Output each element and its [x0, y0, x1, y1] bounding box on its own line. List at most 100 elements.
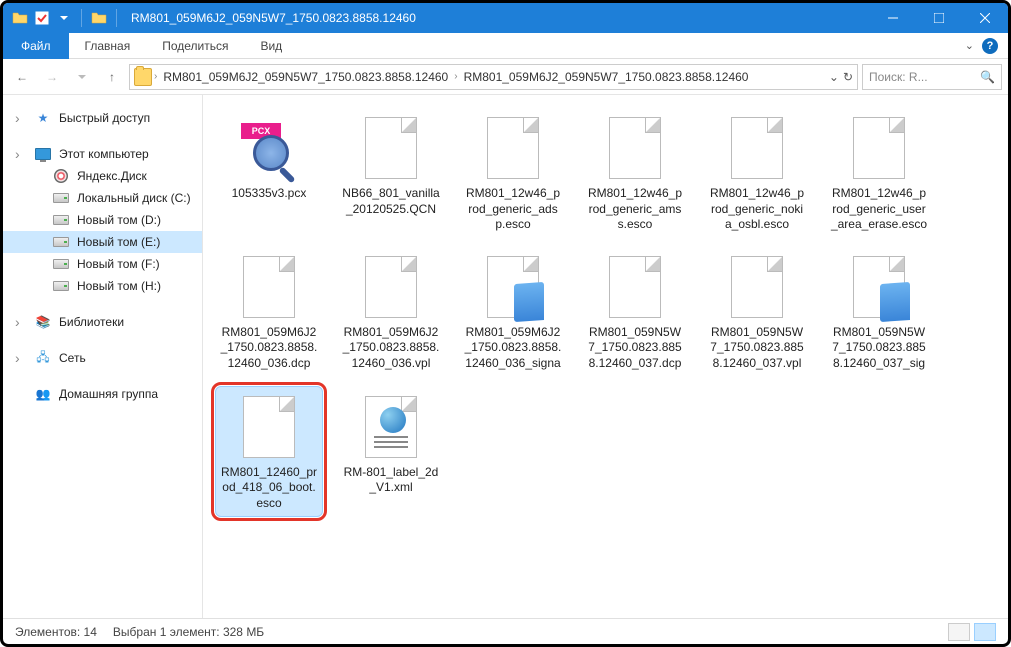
- drive-icon: [53, 278, 69, 294]
- file-item[interactable]: RM801_059M6J2_1750.0823.8858.12460_036.d…: [215, 246, 323, 378]
- notepad-file-icon: [477, 251, 549, 323]
- view-tab[interactable]: Вид: [244, 33, 298, 59]
- quick-access[interactable]: ★ Быстрый доступ: [3, 107, 202, 129]
- navigation-pane: ★ Быстрый доступ Этот компьютер Яндекс.Д…: [3, 95, 203, 618]
- breadcrumb-item[interactable]: RM801_059M6J2_059N5W7_1750.0823.8858.124…: [460, 70, 753, 84]
- drive-item[interactable]: Локальный диск (C:): [3, 187, 202, 209]
- file-label: RM801_059M6J2_1750.0823.8858.12460_036.v…: [342, 325, 440, 372]
- file-list[interactable]: PCX105335v3.pcx NB66_801_vanilla_20120525…: [203, 95, 1008, 618]
- quick-access-label: Быстрый доступ: [59, 111, 150, 125]
- address-dropdown-icon[interactable]: ⌄: [829, 70, 839, 84]
- file-item[interactable]: RM801_12w46_prod_generic_amss.esco: [581, 107, 689, 238]
- libraries[interactable]: 📚 Библиотеки: [3, 311, 202, 333]
- address-input[interactable]: › RM801_059M6J2_059N5W7_1750.0823.8858.1…: [129, 64, 858, 90]
- file-item[interactable]: RM801_059N5W7_1750.0823.8858.12460_037.d…: [581, 246, 689, 378]
- file-item[interactable]: RM801_12w46_prod_generic_adsp.esco: [459, 107, 567, 238]
- breadcrumb-separator: ›: [152, 71, 159, 82]
- file-item[interactable]: RM801_059M6J2_1750.0823.8858.12460_036.v…: [337, 246, 445, 378]
- file-label: RM801_059M6J2_1750.0823.8858.12460_036_s…: [464, 325, 562, 373]
- file-label: RM801_12w46_prod_generic_nokia_osbl.esco: [708, 186, 806, 233]
- window-title: RM801_059M6J2_059N5W7_1750.0823.8858.124…: [131, 11, 416, 25]
- close-button[interactable]: [962, 3, 1008, 33]
- folder-icon: [9, 7, 31, 29]
- blank-file-icon: [233, 391, 305, 463]
- libraries-icon: 📚: [35, 314, 51, 330]
- file-label: RM801_059N5W7_1750.0823.8858.12460_037.v…: [708, 325, 806, 372]
- this-pc[interactable]: Этот компьютер: [3, 143, 202, 165]
- separator: [81, 9, 82, 27]
- drive-label: Новый том (F:): [77, 257, 160, 271]
- breadcrumb-item[interactable]: RM801_059M6J2_059N5W7_1750.0823.8858.124…: [159, 70, 452, 84]
- blank-file-icon: [233, 251, 305, 323]
- home-tab[interactable]: Главная: [69, 33, 147, 59]
- blank-file-icon: [599, 251, 671, 323]
- xml-file-icon: [355, 391, 427, 463]
- breadcrumb-separator: ›: [452, 71, 459, 82]
- drive-item[interactable]: Новый том (F:): [3, 253, 202, 275]
- window-controls: [870, 3, 1008, 33]
- blank-file-icon: [721, 251, 793, 323]
- recent-dropdown[interactable]: [69, 64, 95, 90]
- file-label: NB66_801_vanilla_20120525.QCN: [342, 186, 440, 217]
- folder-icon: [88, 7, 110, 29]
- titlebar: RM801_059M6J2_059N5W7_1750.0823.8858.124…: [3, 3, 1008, 33]
- address-bar: ← → ↑ › RM801_059M6J2_059N5W7_1750.0823.…: [3, 59, 1008, 95]
- up-button[interactable]: ↑: [99, 64, 125, 90]
- file-item[interactable]: RM-801_label_2d_V1.xml: [337, 386, 445, 517]
- quick-access-toolbar: [9, 7, 123, 29]
- qat-dropdown-icon[interactable]: [53, 7, 75, 29]
- forward-button[interactable]: →: [39, 64, 65, 90]
- file-item[interactable]: PCX105335v3.pcx: [215, 107, 323, 238]
- network[interactable]: 🖧 Сеть: [3, 347, 202, 369]
- file-label: RM801_12w46_prod_generic_amss.esco: [586, 186, 684, 233]
- file-item[interactable]: RM801_059M6J2_1750.0823.8858.12460_036_s…: [459, 246, 567, 378]
- blank-file-icon: [599, 112, 671, 184]
- statusbar: Элементов: 14 Выбран 1 элемент: 328 МБ: [3, 618, 1008, 644]
- back-button[interactable]: ←: [9, 64, 35, 90]
- blank-file-icon: [477, 112, 549, 184]
- search-input[interactable]: Поиск: R... 🔍: [862, 64, 1002, 90]
- share-tab[interactable]: Поделиться: [146, 33, 244, 59]
- drive-item[interactable]: Яндекс.Диск: [3, 165, 202, 187]
- file-item[interactable]: RM801_12460_prod_418_06_boot.esco: [215, 386, 323, 517]
- drive-label: Локальный диск (C:): [77, 191, 191, 205]
- drive-item[interactable]: Новый том (E:): [3, 231, 202, 253]
- file-item[interactable]: RM801_12w46_prod_generic_nokia_osbl.esco: [703, 107, 811, 238]
- folder-icon: [134, 68, 152, 86]
- homegroup-label: Домашняя группа: [59, 387, 158, 401]
- blank-file-icon: [355, 251, 427, 323]
- homegroup[interactable]: 👥 Домашняя группа: [3, 383, 202, 405]
- notepad-file-icon: [843, 251, 915, 323]
- ribbon: Файл Главная Поделиться Вид ⌄ ?: [3, 33, 1008, 59]
- file-label: RM-801_label_2d_V1.xml: [342, 465, 440, 496]
- drive-item[interactable]: Новый том (H:): [3, 275, 202, 297]
- star-icon: ★: [35, 110, 51, 126]
- selection-info: Выбран 1 элемент: 328 МБ: [113, 625, 264, 639]
- blank-file-icon: [355, 112, 427, 184]
- file-label: RM801_12w46_prod_generic_adsp.esco: [464, 186, 562, 233]
- file-item[interactable]: RM801_12w46_prod_generic_user_area_erase…: [825, 107, 933, 238]
- drive-icon: [53, 212, 69, 228]
- icons-view-button[interactable]: [974, 623, 996, 641]
- file-label: RM801_12460_prod_418_06_boot.esco: [220, 465, 318, 512]
- explorer-window: RM801_059M6J2_059N5W7_1750.0823.8858.124…: [0, 0, 1011, 647]
- maximize-button[interactable]: [916, 3, 962, 33]
- file-tab[interactable]: Файл: [3, 33, 69, 59]
- help-button[interactable]: ?: [982, 38, 998, 54]
- refresh-button[interactable]: ↻: [843, 70, 853, 84]
- details-view-button[interactable]: [948, 623, 970, 641]
- checkbox-icon[interactable]: [31, 7, 53, 29]
- file-label: RM801_059M6J2_1750.0823.8858.12460_036.d…: [220, 325, 318, 372]
- file-item[interactable]: NB66_801_vanilla_20120525.QCN: [337, 107, 445, 238]
- body: ★ Быстрый доступ Этот компьютер Яндекс.Д…: [3, 95, 1008, 618]
- drive-label: Новый том (D:): [77, 213, 161, 227]
- minimize-button[interactable]: [870, 3, 916, 33]
- ribbon-expand-icon[interactable]: ⌄: [965, 39, 974, 52]
- drive-icon: [53, 234, 69, 250]
- drive-item[interactable]: Новый том (D:): [3, 209, 202, 231]
- file-item[interactable]: RM801_059N5W7_1750.0823.8858.12460_037_s…: [825, 246, 933, 378]
- file-item[interactable]: RM801_059N5W7_1750.0823.8858.12460_037.v…: [703, 246, 811, 378]
- file-label: RM801_059N5W7_1750.0823.8858.12460_037.d…: [586, 325, 684, 372]
- file-label: 105335v3.pcx: [232, 186, 307, 202]
- drive-icon: [53, 256, 69, 272]
